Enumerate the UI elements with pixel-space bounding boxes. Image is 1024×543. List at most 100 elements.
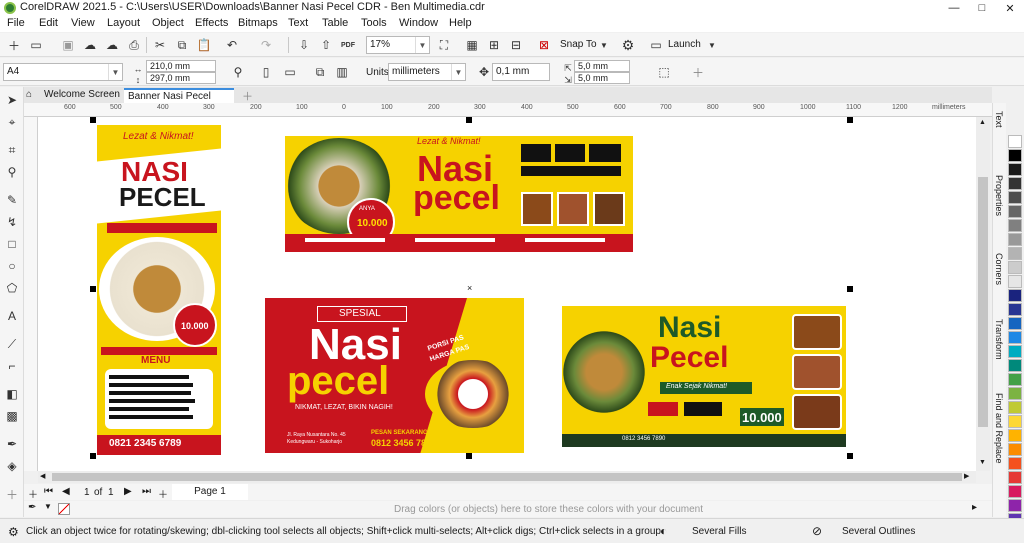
shape-tool-icon[interactable]: ⌖ (4, 114, 20, 130)
home-icon[interactable]: ⌂ (26, 89, 32, 100)
tagline-text[interactable]: Enak Sejak Nikmat! (666, 383, 727, 390)
menu-bitmaps[interactable]: Bitmaps (238, 17, 278, 29)
first-page-icon[interactable]: ⏮ (44, 486, 53, 497)
new-tab-icon[interactable]: ＋ (242, 88, 253, 104)
price-text[interactable]: 10.000 (181, 321, 209, 331)
show-guidelines-icon[interactable]: ⊟ (508, 37, 524, 53)
phone-text[interactable]: 0821 2345 6789 (109, 438, 181, 449)
scroll-down-icon[interactable]: ▼ (979, 459, 986, 466)
selection-handle[interactable] (90, 117, 96, 123)
color-swatch[interactable] (1008, 205, 1022, 218)
chevron-down-icon[interactable]: ▼ (596, 37, 612, 53)
freehand-tool-icon[interactable]: ✎ (4, 192, 20, 208)
selection-handle[interactable] (466, 453, 472, 459)
rotation-center-icon[interactable]: × (467, 283, 472, 293)
color-swatch[interactable] (1008, 373, 1022, 386)
drawing-canvas[interactable]: × Lezat & Nikmat! NASI PECEL 10.000 MENU… (38, 117, 976, 471)
redo-icon[interactable]: ↷ (258, 37, 274, 53)
add-tool-icon[interactable]: ＋ (4, 486, 20, 502)
color-swatch[interactable] (1008, 485, 1022, 498)
color-swatch[interactable] (1008, 457, 1022, 470)
transparency-tool-icon[interactable]: ▩ (4, 408, 20, 424)
new-document-icon[interactable]: ＋ (6, 37, 22, 53)
text-tool-icon[interactable]: A (4, 308, 20, 324)
color-swatch[interactable] (1008, 443, 1022, 456)
phone-text[interactable]: 0812 3456 7890 (622, 436, 665, 442)
color-swatch[interactable] (1008, 219, 1022, 232)
color-swatch[interactable] (1008, 191, 1022, 204)
food-thumb-image[interactable] (521, 192, 553, 226)
color-swatch[interactable] (1008, 135, 1022, 148)
cloud-upload-icon[interactable]: ☁ (82, 37, 98, 53)
menu-window[interactable]: Window (399, 17, 438, 29)
duplicate-y-field[interactable]: 5,0 mm (574, 72, 630, 84)
menu-tools[interactable]: Tools (361, 17, 387, 29)
title-line1[interactable]: Nasi (658, 313, 721, 343)
order-label[interactable]: PESAN SEKARANG! (371, 430, 430, 436)
color-swatch[interactable] (1008, 401, 1022, 414)
gear-icon[interactable]: ⚙ (8, 525, 19, 539)
slogan-text[interactable]: NIKMAT, LEZAT, BIKIN NAGIH! (295, 404, 393, 411)
next-page-icon[interactable]: ▶ (124, 486, 132, 497)
color-swatch[interactable] (1008, 275, 1022, 288)
menu-edit[interactable]: Edit (39, 17, 58, 29)
scroll-up-icon[interactable]: ▲ (979, 119, 986, 126)
copy-icon[interactable]: ⧉ (174, 37, 190, 53)
last-page-icon[interactable]: ⏭ (142, 486, 151, 497)
color-swatch[interactable] (1008, 499, 1022, 512)
title-line2[interactable]: PECEL (119, 184, 206, 210)
scroll-right-icon[interactable]: ▶ (964, 472, 969, 480)
polygon-tool-icon[interactable]: ⬠ (4, 280, 20, 296)
docker-tab-properties[interactable]: Properties (994, 175, 1004, 216)
color-swatch[interactable] (1008, 345, 1022, 358)
banner-wide-right[interactable]: Nasi Pecel Enak Sejak Nikmat! 10.000 081… (562, 306, 846, 447)
title-line2[interactable]: pecel (287, 361, 389, 401)
chevron-down-icon[interactable]: ▼ (44, 502, 52, 511)
current-page-icon[interactable]: ⧉ (312, 64, 328, 80)
title-line2[interactable]: Pecel (650, 343, 728, 373)
cloud-download-icon[interactable]: ☁ (104, 37, 120, 53)
food-thumb-image[interactable] (792, 314, 842, 350)
address-line1[interactable]: Jl. Raya Nusantara No. 45 (287, 432, 346, 438)
add-icon[interactable]: ＋ (690, 64, 706, 80)
food-thumb-image[interactable] (593, 192, 625, 226)
eyedropper-tool-icon[interactable]: ✒ (4, 436, 20, 452)
color-swatch[interactable] (1008, 429, 1022, 442)
full-screen-preview-icon[interactable]: ▦ (464, 37, 480, 53)
undo-icon[interactable]: ↶ (224, 37, 240, 53)
color-swatch[interactable] (1008, 471, 1022, 484)
expand-icon[interactable]: ▸ (972, 502, 977, 513)
menu-view[interactable]: View (71, 17, 95, 29)
color-swatch[interactable] (1008, 261, 1022, 274)
color-swatch[interactable] (1008, 177, 1022, 190)
page-height-field[interactable]: 297,0 mm (146, 72, 216, 84)
chevron-down-icon[interactable]: ▼ (415, 37, 429, 53)
price-text[interactable]: 10.000 (742, 410, 782, 425)
all-pages-icon[interactable]: ⚲ (230, 64, 246, 80)
scroll-thumb[interactable] (52, 473, 962, 481)
title-line2[interactable]: pecel (413, 181, 500, 215)
connector-tool-icon[interactable]: ⌐ (4, 358, 20, 374)
docker-tab-text[interactable]: Text (994, 111, 1004, 128)
food-thumb-image[interactable] (557, 192, 589, 226)
snap-off-icon[interactable]: ⊠ (536, 37, 552, 53)
vertical-scrollbar[interactable]: ▲ ▼ (976, 117, 990, 471)
nudge-distance-field[interactable]: 0,1 mm (492, 63, 550, 81)
docker-tab-find-replace[interactable]: Find and Replace (994, 393, 1004, 464)
interactive-fill-tool-icon[interactable]: ◈ (4, 458, 20, 474)
color-swatch[interactable] (1008, 387, 1022, 400)
gear-icon[interactable]: ⚙ (620, 37, 636, 53)
scroll-thumb[interactable] (978, 177, 988, 427)
menu-text[interactable]: Text (288, 17, 308, 29)
color-swatch[interactable] (1008, 289, 1022, 302)
import-icon[interactable]: ⇩ (296, 37, 312, 53)
open-folder-icon[interactable]: ▭ (28, 37, 44, 53)
landscape-icon[interactable]: ▭ (282, 64, 298, 80)
selection-handle[interactable] (90, 286, 96, 292)
no-color-swatch[interactable] (58, 503, 70, 515)
chevron-down-icon[interactable]: ▼ (704, 37, 720, 53)
add-page-end-icon[interactable]: ＋ (158, 486, 168, 501)
page-width-field[interactable]: 210,0 mm (146, 60, 216, 72)
parallel-dimension-tool-icon[interactable]: ⟋ (4, 336, 20, 352)
selection-handle[interactable] (847, 453, 853, 459)
